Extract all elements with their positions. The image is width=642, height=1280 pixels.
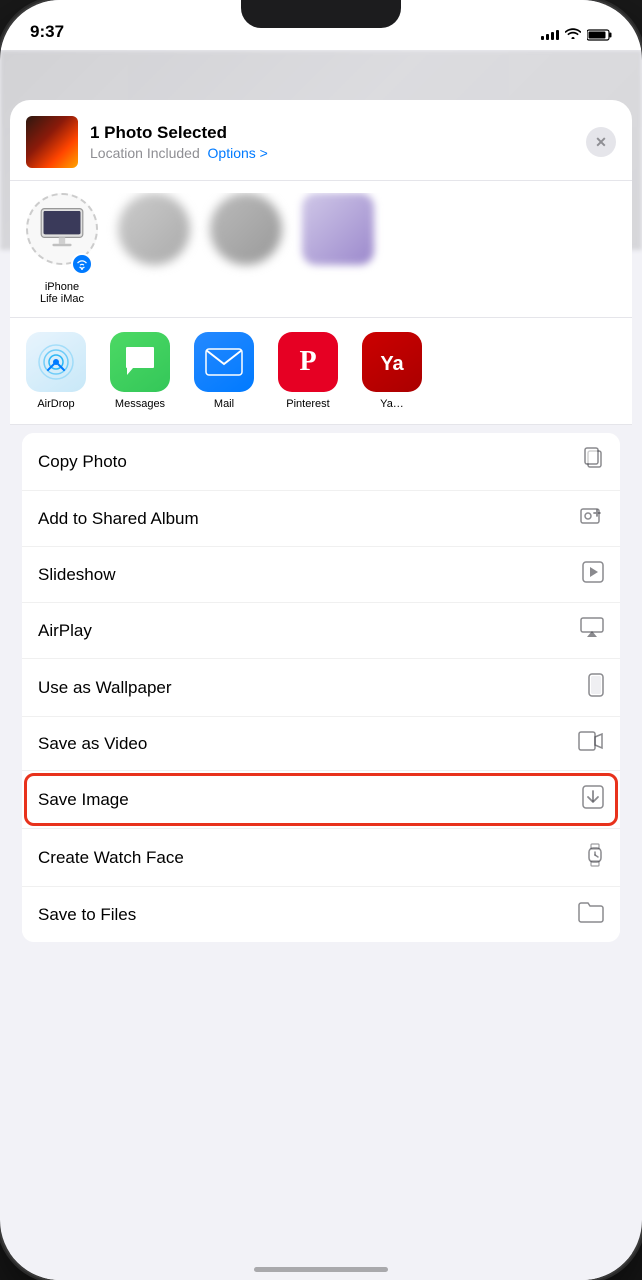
app-item-airdrop[interactable]: AirDrop: [26, 332, 86, 410]
slideshow-icon: [582, 561, 604, 588]
device-item-blurred-2[interactable]: [210, 193, 282, 305]
share-title: 1 Photo Selected: [90, 123, 574, 143]
phone-screen: 9:37: [0, 0, 642, 1280]
add-shared-album-icon: [580, 505, 604, 532]
save-image-label: Save Image: [38, 790, 129, 810]
signal-bar-4: [556, 30, 559, 40]
action-create-watch-face[interactable]: Create Watch Face: [22, 829, 620, 887]
device-item-blurred-3[interactable]: [302, 193, 374, 305]
airplay-label: AirPlay: [38, 621, 92, 641]
files-icon: [578, 901, 604, 928]
device-scroll: iPhoneLife iMac: [10, 193, 632, 305]
header-text: 1 Photo Selected Location Included Optio…: [90, 123, 574, 161]
share-subtitle: Location Included Options >: [90, 145, 574, 161]
create-watch-face-label: Create Watch Face: [38, 848, 184, 868]
imac-icon: [33, 200, 91, 258]
messages-label: Messages: [115, 398, 165, 410]
save-to-files-label: Save to Files: [38, 905, 136, 925]
video-icon: [578, 731, 604, 756]
app-scroll: AirDrop Messages: [10, 332, 632, 410]
device-item-imac[interactable]: iPhoneLife iMac: [26, 193, 98, 305]
save-as-video-label: Save as Video: [38, 734, 147, 754]
action-slideshow[interactable]: Slideshow: [22, 547, 620, 603]
action-airplay[interactable]: AirPlay: [22, 603, 620, 659]
location-included-text: Location Included: [90, 145, 200, 161]
airdrop-label: AirDrop: [37, 398, 74, 410]
app-item-ya[interactable]: Ya Ya…: [362, 332, 422, 410]
ya-label: Ya…: [380, 398, 404, 410]
status-icons: [541, 27, 612, 42]
signal-bar-3: [551, 32, 554, 40]
device-label-imac: iPhoneLife iMac: [40, 281, 84, 305]
phone-frame: 9:37: [0, 0, 642, 1280]
close-button[interactable]: ✕: [586, 127, 616, 157]
action-copy-photo[interactable]: Copy Photo: [22, 433, 620, 491]
app-item-pinterest[interactable]: P Pinterest: [278, 332, 338, 410]
svg-text:Ya: Ya: [380, 353, 404, 375]
action-save-as-video[interactable]: Save as Video: [22, 717, 620, 771]
share-sheet: 1 Photo Selected Location Included Optio…: [10, 100, 632, 1280]
pinterest-icon: P: [278, 332, 338, 392]
ya-icon: Ya: [362, 332, 422, 392]
pinterest-label: Pinterest: [286, 398, 329, 410]
messages-icon: [110, 332, 170, 392]
svg-text:P: P: [299, 346, 316, 377]
blurred-device-3: [302, 193, 374, 265]
options-link[interactable]: Options >: [208, 145, 268, 161]
battery-icon: [587, 29, 612, 41]
share-header: 1 Photo Selected Location Included Optio…: [10, 100, 632, 181]
signal-bars-icon: [541, 30, 559, 40]
mail-icon: [194, 332, 254, 392]
copy-photo-icon: [582, 447, 604, 476]
app-item-mail[interactable]: Mail: [194, 332, 254, 410]
app-row: AirDrop Messages: [10, 318, 632, 425]
notch: [241, 0, 401, 28]
action-list: Copy Photo Add to Shared Album: [10, 425, 632, 1280]
status-time: 9:37: [30, 22, 64, 42]
wifi-icon: [565, 27, 581, 42]
copy-photo-label: Copy Photo: [38, 452, 127, 472]
wallpaper-icon: [588, 673, 604, 702]
photo-thumbnail: [26, 116, 78, 168]
mail-label: Mail: [214, 398, 234, 410]
watch-icon: [586, 843, 604, 872]
signal-bar-1: [541, 36, 544, 40]
blurred-device-1: [118, 193, 190, 265]
slideshow-label: Slideshow: [38, 565, 116, 585]
airplay-action-icon: [580, 617, 604, 644]
action-use-as-wallpaper[interactable]: Use as Wallpaper: [22, 659, 620, 717]
device-row: iPhoneLife iMac: [10, 181, 632, 318]
save-image-icon: [582, 785, 604, 814]
airplay-badge: [71, 253, 93, 275]
app-item-messages[interactable]: Messages: [110, 332, 170, 410]
device-item-blurred-1[interactable]: [118, 193, 190, 305]
blurred-device-2: [210, 193, 282, 265]
close-icon: ✕: [595, 134, 607, 151]
action-add-shared-album[interactable]: Add to Shared Album: [22, 491, 620, 547]
action-save-image[interactable]: Save Image: [22, 771, 620, 829]
use-as-wallpaper-label: Use as Wallpaper: [38, 678, 172, 698]
action-group-1: Copy Photo Add to Shared Album: [22, 433, 620, 942]
airdrop-icon: [26, 332, 86, 392]
signal-bar-2: [546, 34, 549, 40]
add-shared-album-label: Add to Shared Album: [38, 509, 199, 529]
home-indicator: [254, 1267, 388, 1272]
action-save-to-files[interactable]: Save to Files: [22, 887, 620, 942]
